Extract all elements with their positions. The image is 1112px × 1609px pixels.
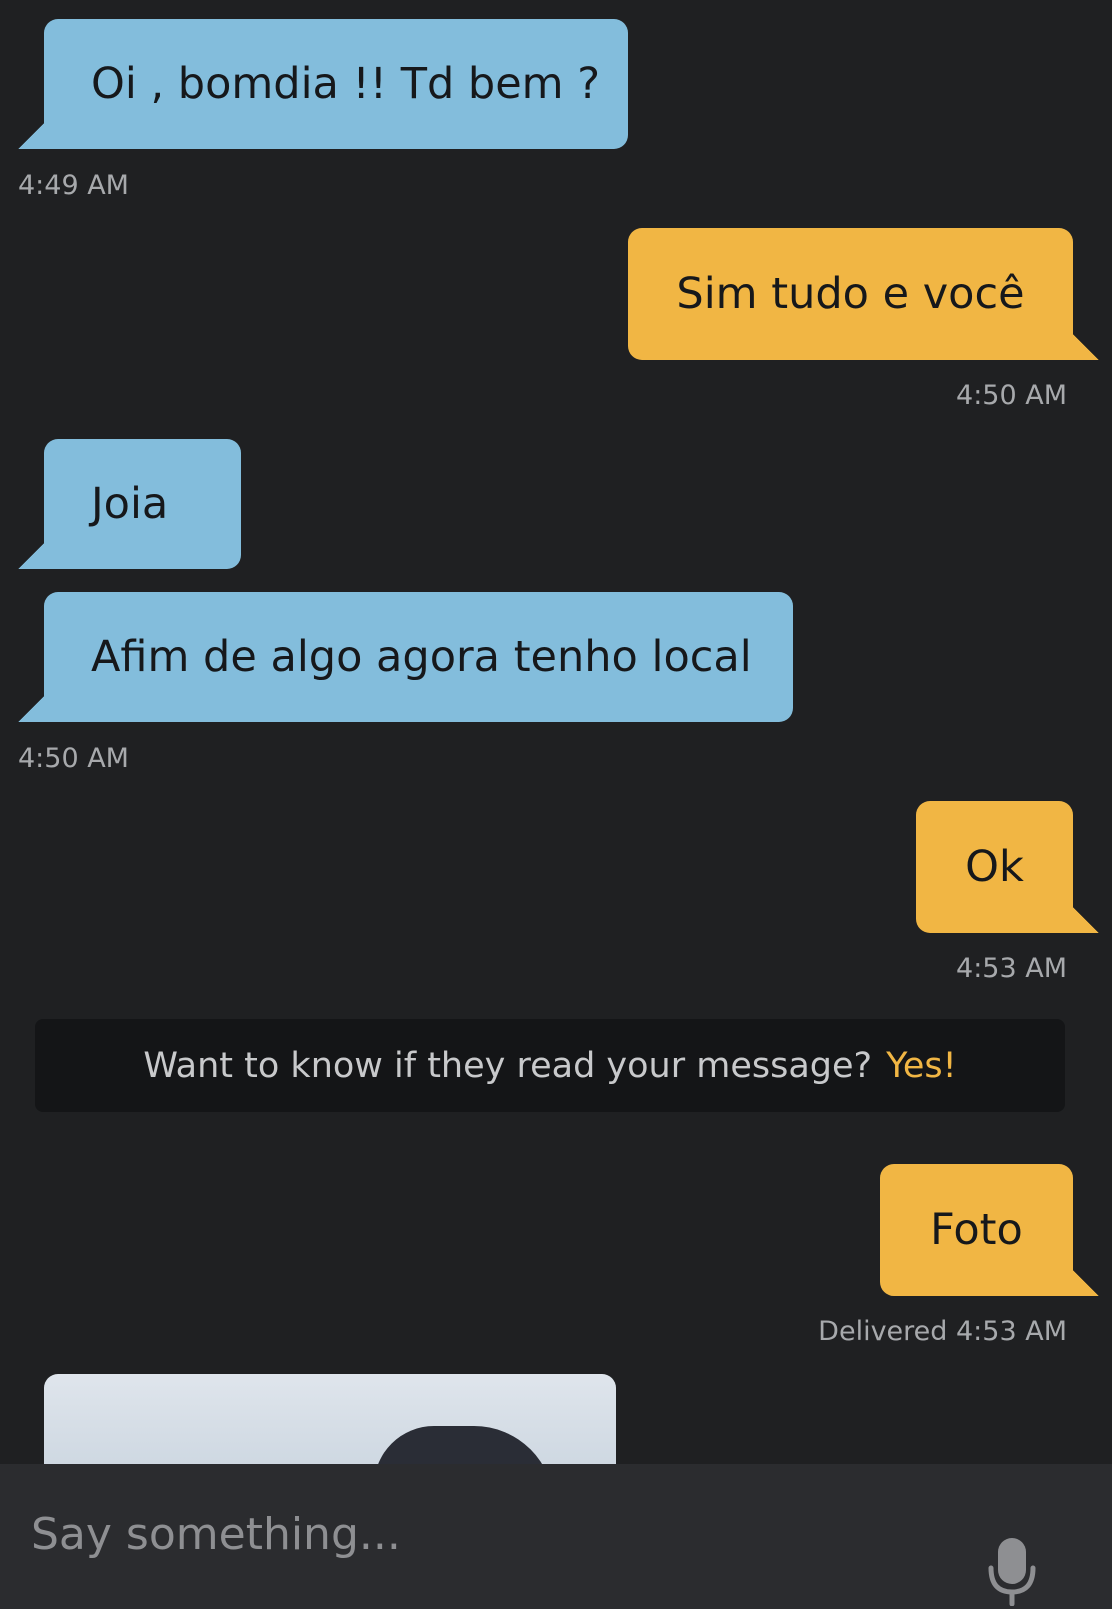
message-input[interactable] <box>31 1494 931 1574</box>
message-timestamp: 4:50 AM <box>18 743 129 774</box>
incoming-photo-message[interactable] <box>44 1374 616 1474</box>
message-text: Afim de algo agora tenho local <box>91 632 752 682</box>
promo-yes-link[interactable]: Yes! <box>886 1046 957 1086</box>
message-text: Joia <box>91 479 169 529</box>
bubble-tail <box>18 123 44 149</box>
read-receipts-promo: Want to know if they read your message? … <box>35 1019 1065 1112</box>
message-timestamp: 4:50 AM <box>956 380 1067 411</box>
bubble-tail <box>1073 907 1099 933</box>
incoming-message[interactable]: Joia <box>18 439 241 569</box>
bubble-tail <box>1073 334 1099 360</box>
microphone-icon[interactable] <box>988 1536 1036 1606</box>
incoming-message[interactable]: Afim de algo agora tenho local <box>18 592 793 722</box>
message-text: Foto <box>930 1205 1023 1255</box>
bubble-tail <box>18 543 44 569</box>
message-text: Sim tudo e você <box>676 269 1025 319</box>
promo-text: Want to know if they read your message? <box>143 1045 873 1086</box>
bubble-tail <box>18 696 44 722</box>
message-composer <box>0 1464 1112 1609</box>
message-status-timestamp: Delivered 4:53 AM <box>818 1316 1067 1347</box>
incoming-message[interactable]: Oi , bomdia !! Td bem ? <box>18 19 628 149</box>
message-text: Oi , bomdia !! Td bem ? <box>91 59 601 109</box>
outgoing-message[interactable]: Foto <box>880 1164 1099 1296</box>
message-text: Ok <box>965 842 1024 892</box>
message-timestamp: 4:49 AM <box>18 170 129 201</box>
outgoing-message[interactable]: Sim tudo e você <box>628 228 1099 360</box>
bubble-tail <box>1073 1270 1099 1296</box>
outgoing-message[interactable]: Ok <box>916 801 1099 933</box>
message-timestamp: 4:53 AM <box>956 953 1067 984</box>
